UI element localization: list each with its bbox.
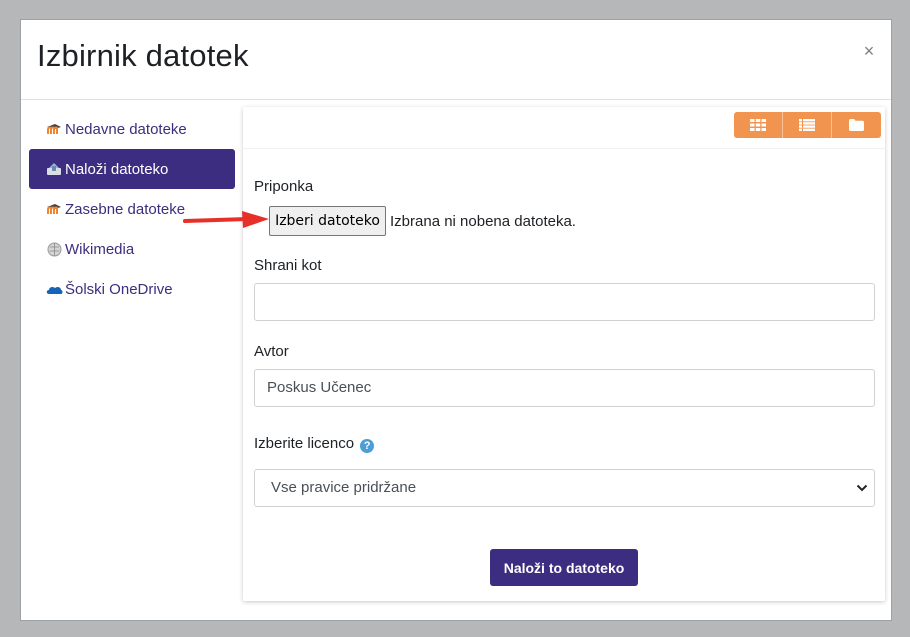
sidebar-item-recent-files[interactable]: Nedavne datoteke bbox=[29, 109, 235, 149]
folder-view-button[interactable] bbox=[832, 112, 881, 138]
grid-view-button[interactable] bbox=[734, 112, 783, 138]
upload-panel: Priponka Izberi datoteko Izbrana ni nobe… bbox=[243, 107, 885, 601]
sidebar-item-label: Zasebne datoteke bbox=[65, 200, 186, 218]
wikipedia-globe-icon bbox=[45, 241, 63, 257]
moodle-hat-icon bbox=[45, 121, 63, 137]
sidebar-item-onedrive[interactable]: Šolski OneDrive bbox=[29, 269, 235, 309]
sidebar-item-label: Naloži datoteko bbox=[65, 160, 169, 178]
grid-view-icon bbox=[750, 119, 766, 131]
help-icon[interactable]: ? bbox=[360, 439, 375, 453]
author-input[interactable]: Poskus Učenec bbox=[254, 369, 875, 407]
view-switcher bbox=[734, 112, 881, 138]
no-file-chosen-text: Izbrana ni nobena datoteka. bbox=[390, 213, 576, 230]
save-as-input[interactable] bbox=[254, 283, 875, 321]
red-arrow-annotation bbox=[183, 211, 269, 228]
license-label: Izberite licenco bbox=[254, 435, 355, 452]
upload-this-file-button[interactable]: Naloži to datoteko bbox=[490, 549, 638, 586]
list-view-icon bbox=[799, 119, 815, 131]
license-label-row: Izberite licenco? bbox=[254, 435, 375, 453]
view-toolbar bbox=[243, 107, 885, 149]
attachment-label: Priponka bbox=[254, 178, 314, 195]
choose-file-button[interactable]: Izberi datoteko bbox=[269, 206, 386, 236]
folder-view-icon bbox=[849, 119, 864, 131]
dialog-header: Izbirnik datotek × bbox=[21, 20, 891, 100]
list-view-button[interactable] bbox=[783, 112, 832, 138]
sidebar-item-wikimedia[interactable]: Wikimedia bbox=[29, 229, 235, 269]
upload-icon bbox=[45, 161, 63, 177]
chevron-down-icon bbox=[856, 484, 868, 492]
sidebar-item-upload[interactable]: Naloži datoteko bbox=[29, 149, 235, 189]
sidebar-item-label: Nedavne datoteke bbox=[65, 120, 187, 138]
author-label: Avtor bbox=[254, 343, 289, 360]
license-selected-value: Vse pravice pridržane bbox=[271, 479, 417, 496]
close-button[interactable]: × bbox=[861, 42, 877, 60]
moodle-hat-icon bbox=[45, 201, 63, 217]
onedrive-cloud-icon bbox=[45, 281, 63, 297]
file-picker-dialog: Izbirnik datotek × Nedavne datoteke Nalo… bbox=[20, 19, 892, 621]
save-as-label: Shrani kot bbox=[254, 257, 322, 274]
dialog-title: Izbirnik datotek bbox=[37, 38, 249, 73]
sidebar-item-label: Šolski OneDrive bbox=[65, 280, 173, 298]
sidebar-item-label: Wikimedia bbox=[65, 240, 135, 258]
license-select[interactable]: Vse pravice pridržane bbox=[254, 469, 875, 507]
